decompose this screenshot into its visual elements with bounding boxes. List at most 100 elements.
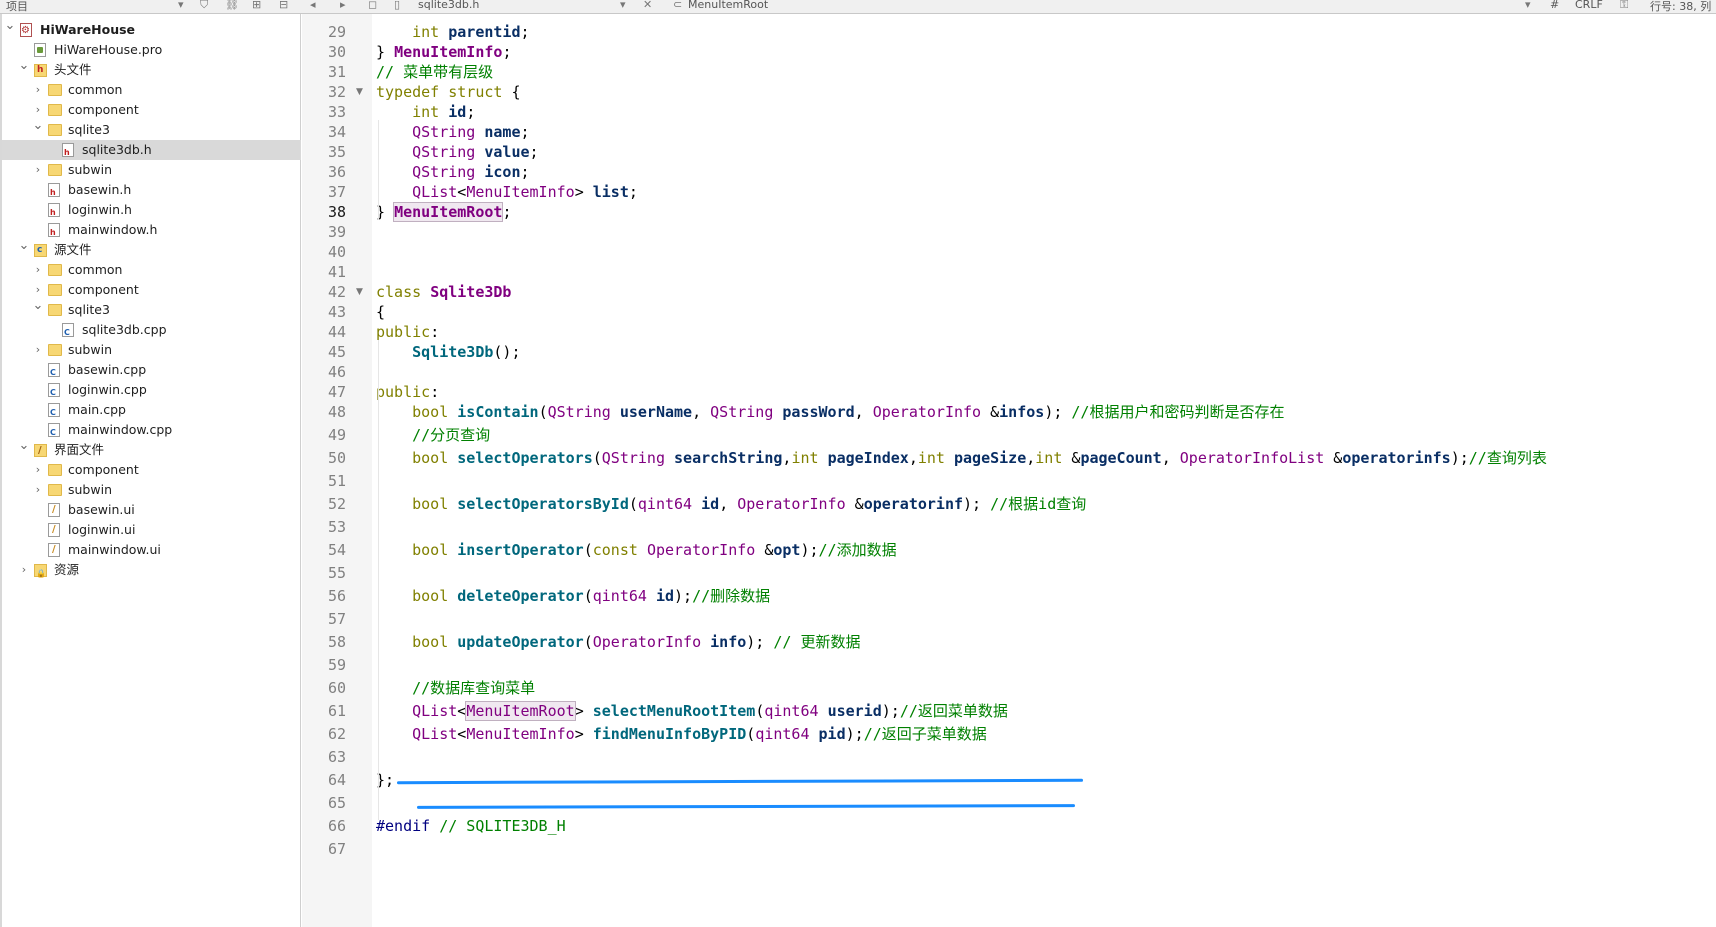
code-line[interactable]: QList<MenuItemInfo> list; <box>376 182 638 202</box>
line-number: 43 <box>327 303 346 321</box>
cursor-position[interactable]: 行号: 38, 列 <box>1650 0 1711 13</box>
back-icon[interactable]: ◂ <box>310 0 316 11</box>
expand-right-icon[interactable]: › <box>32 160 44 180</box>
expand-down-icon[interactable]: ⌄ <box>18 56 30 76</box>
code-line[interactable]: bool selectOperatorsById(qint64 id, Oper… <box>376 494 1086 514</box>
link-icon[interactable]: ⛓ <box>225 0 239 11</box>
symbol-dropdown-icon[interactable]: ▾ <box>1525 0 1531 11</box>
folder-icon <box>48 304 62 316</box>
tree-item-label: component <box>68 282 139 297</box>
tree-item-subwin[interactable]: › subwin <box>2 340 301 360</box>
tree-item-basewin-ui[interactable]: basewin.ui <box>2 500 301 520</box>
code-line[interactable]: { <box>376 302 385 322</box>
fold-marker-icon[interactable]: ▼ <box>356 282 363 302</box>
expand-down-icon[interactable]: ⌄ <box>32 296 44 316</box>
tree-item-common[interactable]: › common <box>2 260 301 280</box>
code-line[interactable]: } MenuItemRoot; <box>376 202 511 222</box>
tree-item-sqlite3db-cpp[interactable]: sqlite3db.cpp <box>2 320 301 340</box>
line-number: 36 <box>327 163 346 181</box>
tree-item-[interactable]: › 资源 <box>2 560 301 584</box>
open-file-tab[interactable]: sqlite3db.h <box>418 0 479 11</box>
expand-right-icon[interactable]: › <box>32 480 44 500</box>
tree-item-[interactable]: ⌄ 头文件 <box>2 58 301 80</box>
tree-item-[interactable]: ⌄ 界面文件 <box>2 438 301 460</box>
project-selector[interactable]: 项目 <box>6 0 28 13</box>
file-dropdown-icon[interactable]: ▾ <box>620 0 626 11</box>
tree-item-component[interactable]: › component <box>2 100 301 120</box>
encoding-icon[interactable]: ⚿ <box>1620 0 1628 11</box>
code-line[interactable]: public: <box>376 322 439 342</box>
code-token: ( <box>583 541 593 559</box>
code-line[interactable]: Sqlite3Db(); <box>376 342 520 362</box>
code-line[interactable]: typedef struct { <box>376 82 521 102</box>
code-line[interactable]: //数据库查询菜单 <box>376 678 535 698</box>
line-number: 66 <box>327 817 346 835</box>
tree-item-basewin-cpp[interactable]: basewin.cpp <box>2 360 301 380</box>
expand-right-icon[interactable]: › <box>32 340 44 360</box>
code-token: > <box>574 183 593 201</box>
code-editor[interactable] <box>372 14 1716 927</box>
code-line[interactable]: class Sqlite3Db <box>376 282 511 302</box>
tree-item-mainwindow-ui[interactable]: mainwindow.ui <box>2 540 301 560</box>
expand-right-icon[interactable]: › <box>32 260 44 280</box>
fold-marker-icon[interactable]: ▼ <box>356 82 363 102</box>
tree-item-sqlite3[interactable]: ⌄ sqlite3 <box>2 298 301 320</box>
code-line[interactable]: QList<MenuItemInfo> findMenuInfoByPID(qi… <box>376 724 987 744</box>
code-line[interactable]: bool deleteOperator(qint64 id);//删除数据 <box>376 586 770 606</box>
tree-item-label: sqlite3db.h <box>82 142 152 157</box>
folder-icon <box>48 464 62 476</box>
close-split-icon[interactable]: ⊟ <box>279 0 288 11</box>
tree-item-sqlite3db-h[interactable]: sqlite3db.h <box>2 140 301 160</box>
tree-item-mainwindow-h[interactable]: mainwindow.h <box>2 220 301 240</box>
code-line[interactable]: bool isContain(QString userName, QString… <box>376 402 1284 422</box>
tree-item-label: common <box>68 262 123 277</box>
tree-item-[interactable]: ⌄ 源文件 <box>2 238 301 260</box>
forward-icon[interactable]: ▸ <box>340 0 346 11</box>
add-split-icon[interactable]: ⊞ <box>252 0 261 11</box>
tree-item-subwin[interactable]: › subwin <box>2 160 301 180</box>
tree-item-component[interactable]: › component <box>2 280 301 300</box>
tree-item-component[interactable]: › component <box>2 460 301 480</box>
code-line[interactable]: bool updateOperator(OperatorInfo info); … <box>376 632 860 652</box>
code-token: ( <box>583 633 593 651</box>
tree-item-loginwin-h[interactable]: loginwin.h <box>2 200 301 220</box>
code-line[interactable]: } MenuItemInfo; <box>376 42 511 62</box>
code-line[interactable]: int parentid; <box>376 22 529 42</box>
code-line[interactable]: QString name; <box>376 122 529 142</box>
expand-down-icon[interactable]: ⌄ <box>4 16 16 36</box>
code-line[interactable]: #endif // SQLITE3DB_H <box>376 816 566 836</box>
symbol-selector[interactable]: MenuItemRoot <box>688 0 768 11</box>
expand-down-icon[interactable]: ⌄ <box>32 116 44 136</box>
code-line[interactable]: QString icon; <box>376 162 529 182</box>
dropdown-arrow-icon[interactable]: ▾ <box>178 0 184 11</box>
expand-right-icon[interactable]: › <box>18 560 30 580</box>
line-ending-indicator[interactable]: CRLF <box>1575 0 1603 11</box>
expand-right-icon[interactable]: › <box>32 80 44 100</box>
code-line[interactable]: // 菜单带有层级 <box>376 62 493 82</box>
code-line[interactable]: bool insertOperator(const OperatorInfo &… <box>376 540 896 560</box>
expand-down-icon[interactable]: ⌄ <box>18 436 30 456</box>
code-line[interactable]: QList<MenuItemRoot> selectMenuRootItem(q… <box>376 701 1008 721</box>
tree-item-loginwin-cpp[interactable]: loginwin.cpp <box>2 380 301 400</box>
tree-item-mainwindow-cpp[interactable]: mainwindow.cpp <box>2 420 301 440</box>
tree-item-sqlite3[interactable]: ⌄ sqlite3 <box>2 118 301 140</box>
code-line[interactable]: //分页查询 <box>376 425 490 445</box>
close-file-icon[interactable]: ✕ <box>643 0 652 11</box>
code-line[interactable]: bool selectOperators(QString searchStrin… <box>376 448 1547 468</box>
tree-item-hiwarehouse-pro[interactable]: HiWareHouse.pro <box>2 40 301 60</box>
code-line[interactable]: int id; <box>376 102 475 122</box>
tree-item-hiwarehouse[interactable]: ⌄ HiWareHouse <box>2 18 301 41</box>
filter-icon[interactable]: ⛉ <box>200 0 208 11</box>
code-line[interactable]: public: <box>376 382 439 402</box>
code-line[interactable]: QString value; <box>376 142 538 162</box>
tree-item-main-cpp[interactable]: main.cpp <box>2 400 301 420</box>
code-token: ( <box>538 403 548 421</box>
expand-right-icon[interactable]: › <box>32 460 44 480</box>
tree-item-loginwin-ui[interactable]: loginwin.ui <box>2 520 301 540</box>
tree-item-basewin-h[interactable]: basewin.h <box>2 180 301 200</box>
tree-item-subwin[interactable]: › subwin <box>2 480 301 500</box>
expand-down-icon[interactable]: ⌄ <box>18 236 30 256</box>
code-token: } <box>376 43 395 61</box>
tree-item-common[interactable]: › common <box>2 80 301 100</box>
